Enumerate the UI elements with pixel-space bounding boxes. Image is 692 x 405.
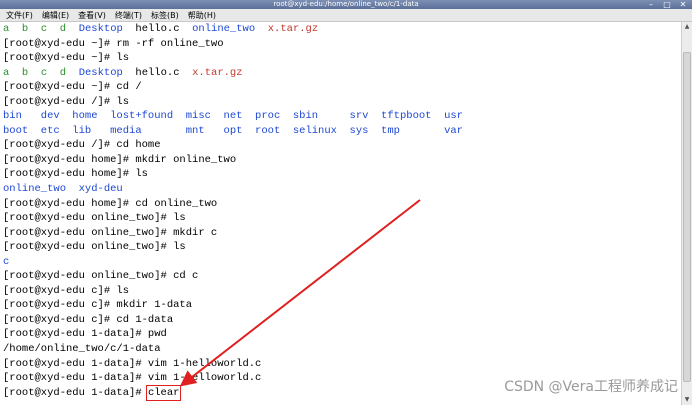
menu-tabs[interactable]: 标签(B) xyxy=(151,9,179,21)
terminal-text: x.tar.gz xyxy=(192,66,243,79)
terminal-line: [root@xyd-edu home]# cd online_two xyxy=(3,197,681,212)
terminal-text: Desktop xyxy=(78,66,123,79)
terminal-line: [root@xyd-edu ~]# rm -rf online_two xyxy=(3,37,681,52)
terminal-line: /home/online_two/c/1-data xyxy=(3,342,681,357)
highlighted-command: clear xyxy=(145,384,182,401)
terminal-output[interactable]: a b c d Desktop hello.c online_two x.tar… xyxy=(0,22,681,405)
terminal-line: [root@xyd-edu c]# ls xyxy=(3,284,681,299)
terminal-text: online_two xyxy=(192,23,256,35)
terminal-line: bin dev home lost+found misc net proc sb… xyxy=(3,109,681,124)
terminal-text: [root@xyd-edu c]# mkdir 1-data xyxy=(3,299,193,312)
terminal-text: [root@xyd-edu 1-data]# xyxy=(3,386,148,399)
terminal-text: bin dev home lost+found misc net proc sb… xyxy=(3,110,463,123)
terminal-line: boot etc lib media mnt opt root selinux … xyxy=(3,124,681,139)
terminal-text: hello.c xyxy=(122,66,193,79)
terminal-text: [root@xyd-edu home]# mkdir online_two xyxy=(3,153,237,166)
maximize-icon[interactable]: □ xyxy=(662,0,672,9)
terminal-text: /home/online_two/c/1-data xyxy=(3,343,161,356)
terminal-line: [root@xyd-edu ~]# cd / xyxy=(3,80,681,95)
terminal-line: [root@xyd-edu online_two]# ls xyxy=(3,240,681,255)
menu-bar: 文件(F) 编辑(E) 查看(V) 终端(T) 标签(B) 帮助(H) xyxy=(0,9,692,22)
csdn-watermark: CSDN @Vera工程师养成记 xyxy=(504,379,678,395)
terminal-line: [root@xyd-edu c]# mkdir 1-data xyxy=(3,298,681,313)
terminal-line: [root@xyd-edu online_two]# cd c xyxy=(3,269,681,284)
terminal-line: [root@xyd-edu online_two]# ls xyxy=(3,211,681,226)
terminal-line: [root@xyd-edu c]# cd 1-data xyxy=(3,313,681,328)
terminal-text: [root@xyd-edu ~]# cd / xyxy=(3,81,142,94)
terminal-line: [root@xyd-edu online_two]# mkdir c xyxy=(3,226,681,241)
terminal-text: [root@xyd-edu 1-data]# vim 1-helloworld.… xyxy=(3,372,262,385)
terminal-text: [root@xyd-edu 1-data]# vim 1-helloworld.… xyxy=(3,357,262,370)
terminal-line: [root@xyd-edu /]# ls xyxy=(3,95,681,110)
terminal-text: [root@xyd-edu ~]# rm -rf online_two xyxy=(3,37,224,50)
terminal-text: x.tar.gz xyxy=(267,23,319,35)
window-titlebar[interactable]: root@xyd-edu:/home/online_two/c/1-data –… xyxy=(0,0,692,9)
scroll-up-arrow-icon[interactable]: ▲ xyxy=(682,22,692,32)
terminal-text: [root@xyd-edu online_two]# cd c xyxy=(3,270,199,283)
terminal-text: [root@xyd-edu ~]# ls xyxy=(3,52,130,65)
terminal-text: online_two xyd-deu xyxy=(3,183,123,196)
menu-help[interactable]: 帮助(H) xyxy=(188,9,216,21)
scroll-down-arrow-icon[interactable]: ▼ xyxy=(682,395,692,405)
close-icon[interactable]: ✕ xyxy=(678,0,688,9)
terminal-line: [root@xyd-edu home]# ls xyxy=(3,167,681,182)
terminal-text: [root@xyd-edu online_two]# ls xyxy=(3,241,186,254)
terminal-text: [root@xyd-edu c]# ls xyxy=(3,284,130,297)
terminal-text: hello.c xyxy=(122,23,193,35)
terminal-text: [root@xyd-edu /]# cd home xyxy=(3,139,161,152)
terminal-line: c xyxy=(3,255,681,270)
window-title: root@xyd-edu:/home/online_two/c/1-data xyxy=(273,0,419,8)
terminal-text: c xyxy=(3,255,10,268)
menu-terminal[interactable]: 终端(T) xyxy=(115,9,142,21)
terminal-text: [root@xyd-edu home]# ls xyxy=(3,168,148,181)
menu-edit[interactable]: 编辑(E) xyxy=(42,9,69,21)
terminal-line: a b c d Desktop hello.c x.tar.gz xyxy=(3,66,681,81)
vertical-scrollbar[interactable]: ▲ ▼ xyxy=(681,22,692,405)
terminal-text: [root@xyd-edu /]# ls xyxy=(3,95,130,108)
terminal-line: a b c d Desktop hello.c online_two x.tar… xyxy=(3,22,681,37)
scroll-thumb[interactable] xyxy=(683,52,691,382)
terminal-line: [root@xyd-edu ~]# ls xyxy=(3,51,681,66)
terminal-line: [root@xyd-edu home]# mkdir online_two xyxy=(3,153,681,168)
terminal-text: [root@xyd-edu 1-data]# pwd xyxy=(3,328,167,341)
terminal-text: boot etc lib media mnt opt root selinux … xyxy=(3,124,463,137)
menu-file[interactable]: 文件(F) xyxy=(6,9,33,21)
terminal-line: [root@xyd-edu 1-data]# pwd xyxy=(3,327,681,342)
terminal-line: [root@xyd-edu /]# cd home xyxy=(3,138,681,153)
terminal-line: [root@xyd-edu 1-data]# vim 1-helloworld.… xyxy=(3,357,681,372)
terminal-text: [root@xyd-edu online_two]# mkdir c xyxy=(3,226,218,239)
terminal-text: [root@xyd-edu c]# cd 1-data xyxy=(3,313,174,326)
terminal-text: [root@xyd-edu online_two]# ls xyxy=(3,212,186,225)
terminal-text: Desktop xyxy=(78,23,123,35)
terminal-text: [root@xyd-edu home]# cd online_two xyxy=(3,197,218,210)
minimize-icon[interactable]: – xyxy=(646,0,656,9)
menu-view[interactable]: 查看(V) xyxy=(78,9,106,21)
terminal-line: online_two xyd-deu xyxy=(3,182,681,197)
